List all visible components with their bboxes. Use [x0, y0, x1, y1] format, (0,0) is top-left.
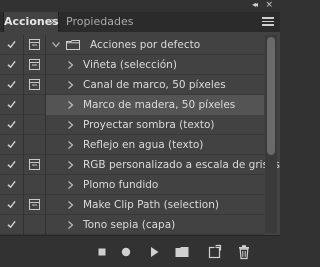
toggle-item-check[interactable]: [0, 75, 24, 95]
action-row-body[interactable]: Viñeta (selección): [46, 55, 264, 75]
action-row[interactable]: Reflejo en agua (texto): [0, 135, 264, 155]
check-icon: [7, 200, 16, 209]
dialog-toggle-icon: [29, 199, 40, 210]
check-icon: [7, 140, 16, 149]
play-icon[interactable]: [146, 244, 162, 260]
action-row-body[interactable]: Tono sepia (capa): [46, 215, 264, 235]
tab-propiedades[interactable]: Propiedades: [60, 12, 144, 32]
toggle-dialog-cell[interactable]: [24, 55, 46, 75]
chevron-right-icon[interactable]: [68, 141, 74, 149]
check-icon: [7, 60, 16, 69]
action-row-body[interactable]: Reflejo en agua (texto): [46, 135, 264, 155]
dialog-toggle-icon: [29, 159, 40, 170]
check-icon: [7, 220, 16, 229]
action-label: Marco de madera, 50 píxeles: [83, 99, 236, 111]
check-icon: [7, 180, 16, 189]
action-row[interactable]: Make Clip Path (selection): [0, 195, 264, 215]
dialog-toggle-icon: [29, 79, 40, 90]
action-row-body[interactable]: Make Clip Path (selection): [46, 195, 264, 215]
action-row[interactable]: Marco de madera, 50 píxeles: [0, 95, 264, 115]
chevron-right-icon[interactable]: [68, 201, 74, 209]
check-icon: [7, 120, 16, 129]
actions-list: Acciones por defecto Viñeta (selección) C…: [0, 35, 280, 235]
chevron-right-icon[interactable]: [68, 81, 74, 89]
action-label: Plomo fundido: [83, 179, 159, 191]
action-label: Make Clip Path (selection): [83, 199, 219, 211]
chevron-down-icon[interactable]: [52, 42, 60, 48]
toggle-item-check[interactable]: [0, 155, 24, 175]
check-icon: [7, 100, 16, 109]
toggle-item-check[interactable]: [0, 35, 24, 55]
toggle-item-check[interactable]: [0, 215, 24, 235]
record-icon[interactable]: [118, 244, 134, 260]
tab-bar: Acciones × Propiedades: [0, 12, 280, 32]
toggle-item-check[interactable]: [0, 135, 24, 155]
action-label: Viñeta (selección): [83, 59, 177, 71]
dialog-toggle-icon: [29, 39, 40, 50]
dialog-toggle-icon: [29, 59, 40, 70]
action-label: Proyectar sombra (texto): [83, 119, 215, 131]
toggle-item-check[interactable]: [0, 175, 24, 195]
action-row[interactable]: Tono sepia (capa): [0, 215, 264, 235]
check-icon: [7, 40, 16, 49]
chevron-right-icon[interactable]: [68, 161, 74, 169]
toggle-dialog-cell[interactable]: [24, 75, 46, 95]
action-row[interactable]: Proyectar sombra (texto): [0, 115, 264, 135]
check-icon: [7, 160, 16, 169]
action-row[interactable]: Plomo fundido: [0, 175, 264, 195]
chevron-right-icon[interactable]: [68, 61, 74, 69]
toggle-dialog-cell[interactable]: [24, 155, 46, 175]
action-set-body[interactable]: Acciones por defecto: [46, 35, 264, 55]
toggle-dialog-cell[interactable]: [24, 175, 46, 195]
panel-titlebar: ◂◂ ×: [0, 0, 280, 12]
toggle-dialog-cell[interactable]: [24, 115, 46, 135]
new-set-icon[interactable]: [174, 244, 190, 260]
close-panel-icon[interactable]: ×: [265, 0, 273, 10]
toggle-item-check[interactable]: [0, 115, 24, 135]
actions-panel: Acciones por defecto Viñeta (selección) C…: [0, 32, 280, 235]
tab-close-icon[interactable]: ×: [50, 12, 58, 32]
folder-icon: [66, 40, 80, 50]
scrollbar-thumb[interactable]: [267, 37, 275, 155]
actions-toolbar: [0, 235, 280, 267]
toggle-dialog-cell[interactable]: [24, 195, 46, 215]
action-set-row[interactable]: Acciones por defecto: [0, 35, 264, 55]
list-scrollbar[interactable]: [265, 35, 277, 233]
toggle-dialog-cell[interactable]: [24, 35, 46, 55]
collapse-panel-icon[interactable]: ◂◂: [252, 0, 258, 10]
toggle-item-check[interactable]: [0, 55, 24, 75]
action-row[interactable]: Canal de marco, 50 píxeles: [0, 75, 264, 95]
tab-propiedades-label: Propiedades: [66, 15, 134, 28]
toggle-dialog-cell[interactable]: [24, 95, 46, 115]
delete-icon[interactable]: [236, 244, 252, 260]
action-row-body[interactable]: Marco de madera, 50 píxeles: [46, 95, 264, 115]
chevron-right-icon[interactable]: [68, 101, 74, 109]
stop-icon[interactable]: [94, 244, 110, 260]
toggle-item-check[interactable]: [0, 195, 24, 215]
action-row-body[interactable]: Canal de marco, 50 píxeles: [46, 75, 264, 95]
action-row-body[interactable]: Plomo fundido: [46, 175, 264, 195]
toggle-item-check[interactable]: [0, 95, 24, 115]
action-label: RGB personalizado a escala de grises: [83, 159, 280, 171]
panel-menu-icon[interactable]: [262, 17, 274, 27]
action-label: Canal de marco, 50 píxeles: [83, 79, 226, 91]
toggle-dialog-cell[interactable]: [24, 215, 46, 235]
chevron-right-icon[interactable]: [68, 121, 74, 129]
new-action-icon[interactable]: [206, 244, 222, 260]
action-label: Tono sepia (capa): [83, 219, 176, 231]
action-set-label: Acciones por defecto: [90, 39, 201, 51]
toggle-dialog-cell[interactable]: [24, 135, 46, 155]
chevron-right-icon[interactable]: [68, 221, 74, 229]
action-label: Reflejo en agua (texto): [83, 139, 204, 151]
action-row-body[interactable]: Proyectar sombra (texto): [46, 115, 264, 135]
action-row[interactable]: RGB personalizado a escala de grises: [0, 155, 280, 175]
chevron-right-icon[interactable]: [68, 181, 74, 189]
check-icon: [7, 80, 16, 89]
action-row-body[interactable]: RGB personalizado a escala de grises: [46, 155, 280, 175]
action-row[interactable]: Viñeta (selección): [0, 55, 264, 75]
